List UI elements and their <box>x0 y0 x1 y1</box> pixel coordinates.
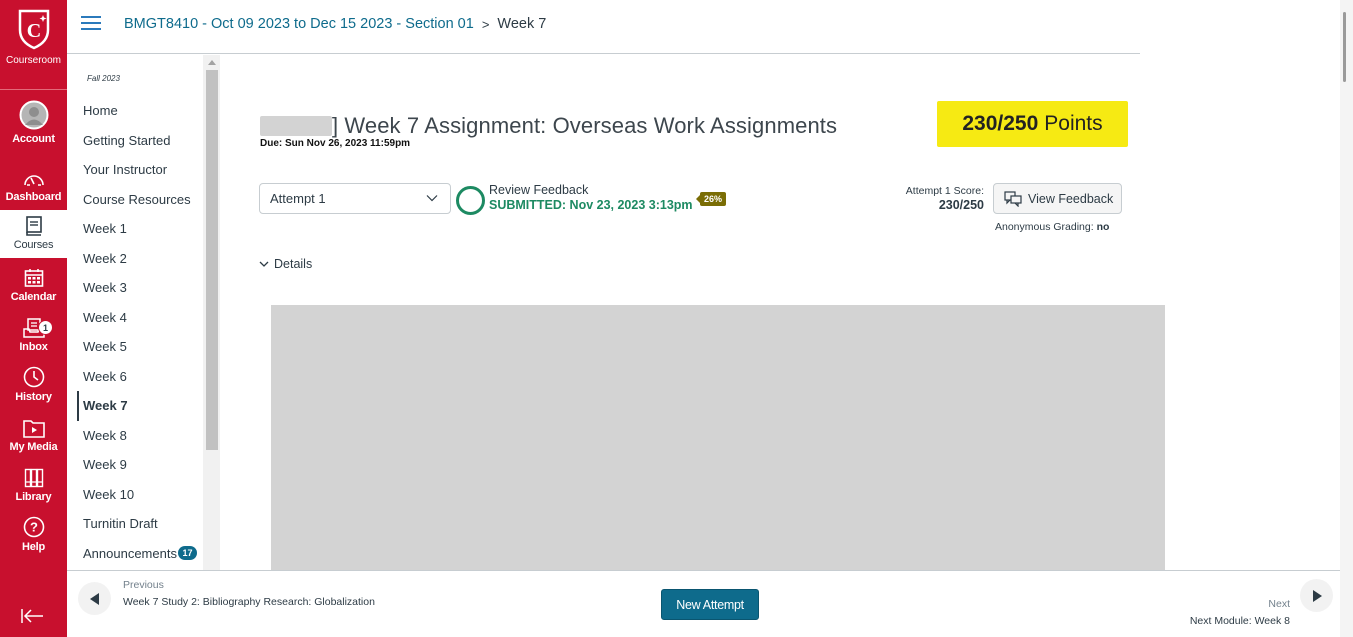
collapse-arrow-icon <box>21 609 43 623</box>
course-nav-item-announcements[interactable]: Announcements 17 <box>77 539 207 569</box>
caret-left-icon <box>89 592 99 605</box>
course-nav-list: Home Getting Started Your Instructor Course… <box>77 96 207 568</box>
help-question-icon: ? <box>23 512 45 538</box>
due-date: Due: Sun Nov 26, 2023 11:59pm <box>260 138 411 149</box>
course-nav-item-week-5[interactable]: Week 5 <box>77 332 207 362</box>
svg-text:?: ? <box>30 520 38 535</box>
gnav-my-media[interactable]: My Media <box>0 412 67 462</box>
review-feedback-link[interactable]: Review Feedback <box>489 183 588 197</box>
view-feedback-label: View Feedback <box>1028 191 1114 206</box>
clock-icon <box>23 362 45 388</box>
gnav-help[interactable]: ? Help <box>0 512 67 562</box>
course-nav-item-getting-started[interactable]: Getting Started <box>77 126 207 156</box>
page-header: BMGT8410 - Oct 09 2023 to Dec 15 2023 - … <box>67 0 1140 54</box>
next-label: Next <box>1268 598 1290 610</box>
points-display: 230/250 Points <box>937 101 1128 147</box>
calendar-icon <box>24 262 44 288</box>
anonymous-grading: Anonymous Grading: no <box>995 221 1110 233</box>
course-nav-scrollbar[interactable] <box>203 55 220 570</box>
previous-label: Previous <box>123 579 164 591</box>
attempt-select-value: Attempt 1 <box>270 191 326 206</box>
page-scrollbar[interactable] <box>1340 0 1353 637</box>
course-nav-item-week-10[interactable]: Week 10 <box>77 480 207 510</box>
caret-right-icon <box>1312 589 1322 602</box>
anonymous-grading-value: no <box>1096 221 1110 233</box>
gnav-calendar[interactable]: Calendar <box>0 262 67 312</box>
media-folder-icon <box>22 412 45 438</box>
inbox-unread-badge: 1 <box>38 320 53 335</box>
submission-preview <box>271 305 1165 570</box>
next-button[interactable] <box>1300 579 1333 612</box>
gnav-library[interactable]: Library <box>0 462 67 512</box>
scrollbar-thumb[interactable] <box>206 70 218 450</box>
scroll-up-arrow-icon[interactable] <box>208 60 216 65</box>
submission-status-icon <box>456 186 485 215</box>
course-nav-item-week-8[interactable]: Week 8 <box>77 421 207 451</box>
global-nav: C Courseroom Account Dashboard Courses C… <box>0 0 67 637</box>
course-nav-item-week-7[interactable]: Week 7 <box>77 391 207 421</box>
course-nav-item-week-4[interactable]: Week 4 <box>77 303 207 333</box>
assignment-main: ] Week 7 Assignment: Overseas Work Assig… <box>220 55 1330 570</box>
attempt-score-label: Attempt 1 Score: <box>905 185 984 197</box>
new-attempt-button[interactable]: New Attempt <box>661 589 759 620</box>
points-score: 230/250 <box>962 112 1039 135</box>
account-avatar-icon <box>19 100 49 130</box>
course-nav-item-week-9[interactable]: Week 9 <box>77 450 207 480</box>
gnav-courses[interactable]: Courses <box>0 210 67 258</box>
previous-item-link[interactable]: Week 7 Study 2: Bibliography Research: G… <box>123 596 375 608</box>
course-menu-toggle[interactable] <box>81 16 101 32</box>
redacted-block <box>260 116 332 136</box>
gnav-inbox[interactable]: 1 Inbox <box>0 312 67 362</box>
course-nav: Fall 2023 Home Getting Started Your Instru… <box>67 55 220 570</box>
brand-logo-link[interactable]: C Courseroom <box>0 0 67 90</box>
page-scrollbar-thumb[interactable] <box>1343 12 1346 82</box>
announcements-count-badge: 17 <box>177 546 197 561</box>
course-nav-item-week-6[interactable]: Week 6 <box>77 362 207 392</box>
previous-button[interactable] <box>78 582 111 615</box>
gnav-account[interactable]: Account <box>0 100 67 154</box>
feedback-chat-icon <box>1004 190 1022 207</box>
hamburger-icon <box>81 16 101 18</box>
library-books-icon <box>24 462 44 488</box>
chevron-down-icon <box>259 261 269 267</box>
submitted-status: SUBMITTED: Nov 23, 2023 3:13pm <box>489 198 693 212</box>
course-nav-item-course-resources[interactable]: Course Resources <box>77 185 207 215</box>
course-nav-item-home[interactable]: Home <box>77 96 207 126</box>
svg-text:C: C <box>26 20 40 42</box>
collapse-nav-button[interactable] <box>20 608 44 629</box>
next-item-link[interactable]: Next Module: Week 8 <box>1190 615 1290 627</box>
attempt-select[interactable]: Attempt 1 <box>259 183 451 214</box>
gnav-history[interactable]: History <box>0 362 67 412</box>
course-nav-item-your-instructor[interactable]: Your Instructor <box>77 155 207 185</box>
assignment-title: ] Week 7 Assignment: Overseas Work Assig… <box>332 113 838 138</box>
attempt-score-value: 230/250 <box>938 198 984 212</box>
course-nav-item-week-2[interactable]: Week 2 <box>77 244 207 274</box>
gnav-dashboard[interactable]: Dashboard <box>0 162 67 212</box>
course-nav-item-turnitin-draft[interactable]: Turnitin Draft <box>77 509 207 539</box>
chevron-down-icon <box>426 195 438 202</box>
similarity-score-badge[interactable]: 26% <box>695 192 727 206</box>
term-label: Fall 2023 <box>87 74 120 83</box>
capella-shield-logo-icon: C <box>18 9 49 50</box>
breadcrumb-course-link[interactable]: BMGT8410 - Oct 09 2023 to Dec 15 2023 - … <box>124 16 474 32</box>
breadcrumb: BMGT8410 - Oct 09 2023 to Dec 15 2023 - … <box>124 16 546 32</box>
breadcrumb-current: Week 7 <box>497 16 547 32</box>
dashboard-gauge-icon <box>23 162 45 188</box>
courses-book-icon <box>25 210 43 236</box>
course-nav-item-week-1[interactable]: Week 1 <box>77 214 207 244</box>
brand-label: Courseroom <box>5 55 62 66</box>
course-nav-item-week-3[interactable]: Week 3 <box>77 273 207 303</box>
chevron-right-icon: > <box>481 16 490 32</box>
module-sequence-footer: Previous Week 7 Study 2: Bibliography Re… <box>67 570 1340 637</box>
assignment-title-row: ] Week 7 Assignment: Overseas Work Assig… <box>260 113 837 139</box>
details-toggle[interactable]: Details <box>259 257 312 271</box>
points-label: Points <box>1044 112 1103 135</box>
view-feedback-button[interactable]: View Feedback <box>993 183 1122 214</box>
